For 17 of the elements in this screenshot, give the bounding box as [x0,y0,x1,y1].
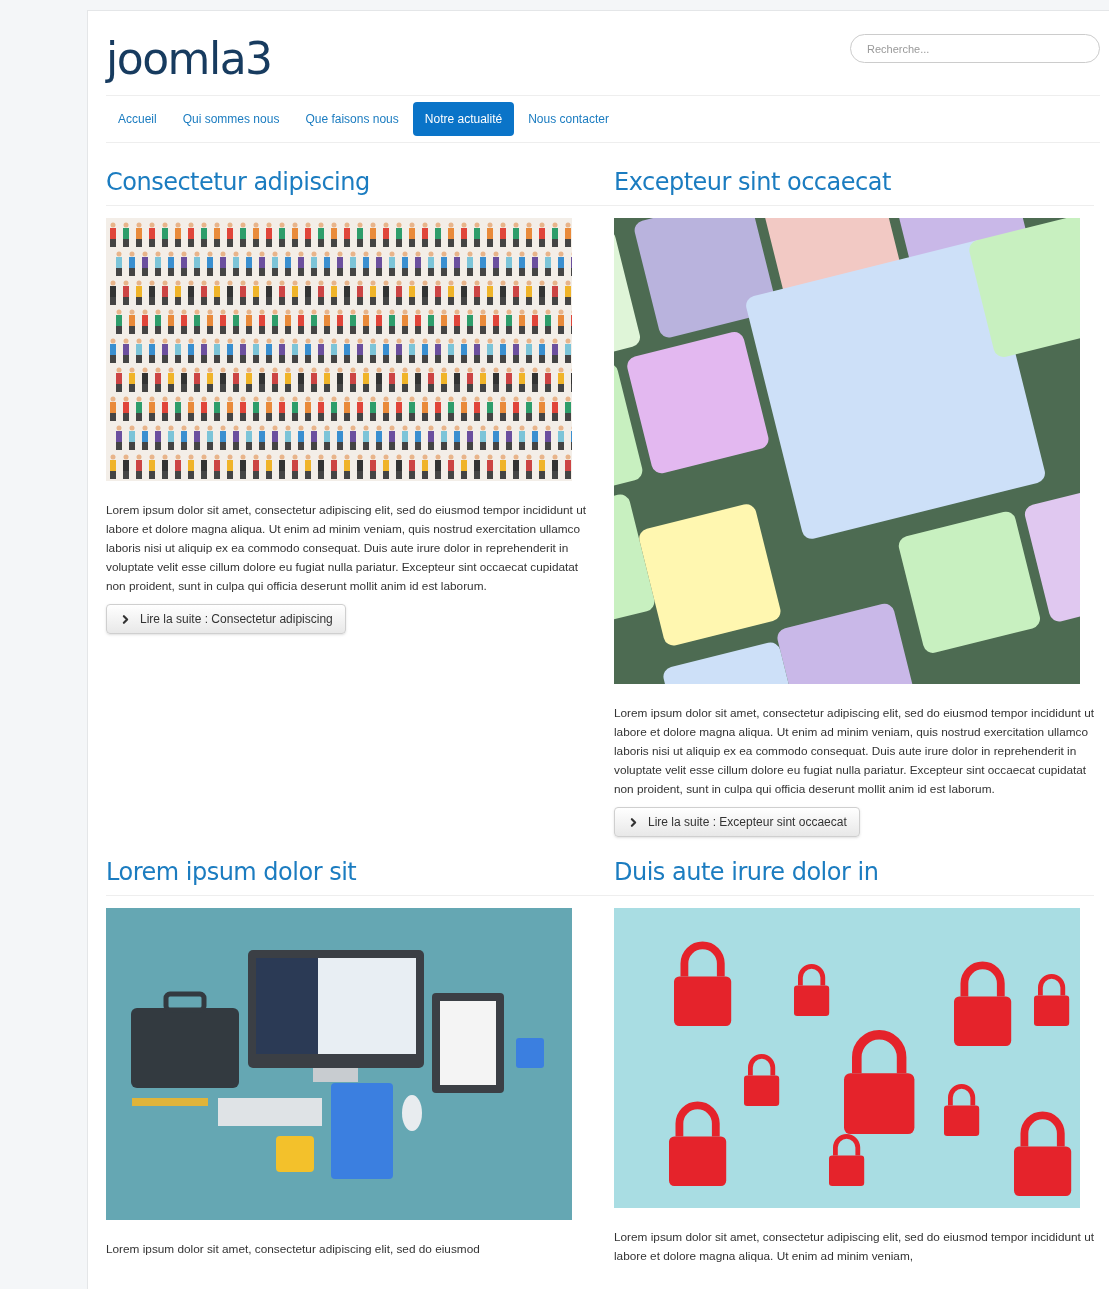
read-more-button[interactable]: Lire la suite : Excepteur sint occaecat [614,807,860,837]
article-title[interactable]: Duis aute irure dolor in [614,857,1094,887]
article-title[interactable]: Excepteur sint occaecat [614,167,1094,197]
nav-link[interactable]: Notre actualité [412,102,515,136]
nav-link[interactable]: Accueil [106,102,169,136]
article-title[interactable]: Lorem ipsum dolor sit [106,857,614,887]
article-title[interactable]: Consectetur adipiscing [106,167,614,197]
search-field[interactable]: Recherche... [850,34,1100,63]
read-more-button[interactable]: Lire la suite : Consectetur adipiscing [106,604,346,634]
article-text: Lorem ipsum dolor sit amet, consectetur adipiscing elit, sed do eiusmod [106,1241,481,1258]
nav-link[interactable]: Qui sommes nous [170,102,292,136]
nav-link[interactable]: Que faisons nous [293,102,411,136]
article-text: Lorem ipsum dolor sit amet, consectetur adipiscing elit, sed do eiusmod tempor incididunt ut labore et dolore magna aliqua. Ut enim ad minim veniam, [614,1229,1095,1265]
article-text: Lorem ipsum dolor sit amet, consectetur adipiscing elit, sed do eiusmod tempor incididunt ut labore et dolore magna aliqua. Ut enim ad minim veniam, quis nostrud exercitation ullamco laboris nisi ut aliquip ex ea commodo consequat. Duis aute irure dolor in reprehenderit in voluptate velit esse cillum dolore eu fugiat nulla pariatur. Excepteur sint occaecat cupidatat non proident, sunt in culpa qui officia deserunt mollit anim id est laborum. [614,705,1095,798]
article-text: Lorem ipsum dolor sit amet, consectetur adipiscing elit, sed do eiusmod tempor incididunt ut labore et dolore magna aliqua. Ut enim ad minim veniam, quis nostrud exercitation ullamco laboris nisi ut aliquip ex ea commodo consequat. Duis aute irure dolor in reprehenderit in voluptate velit esse cillum dolore eu fugiat nulla pariatur. Excepteur sint occaecat cupidatat non proident, sunt in culpa qui officia deserunt mollit anim id est laborum. [106,502,587,595]
site-title[interactable]: joomla3 [106,33,272,85]
nav-link[interactable]: Nous contacter [516,102,621,136]
